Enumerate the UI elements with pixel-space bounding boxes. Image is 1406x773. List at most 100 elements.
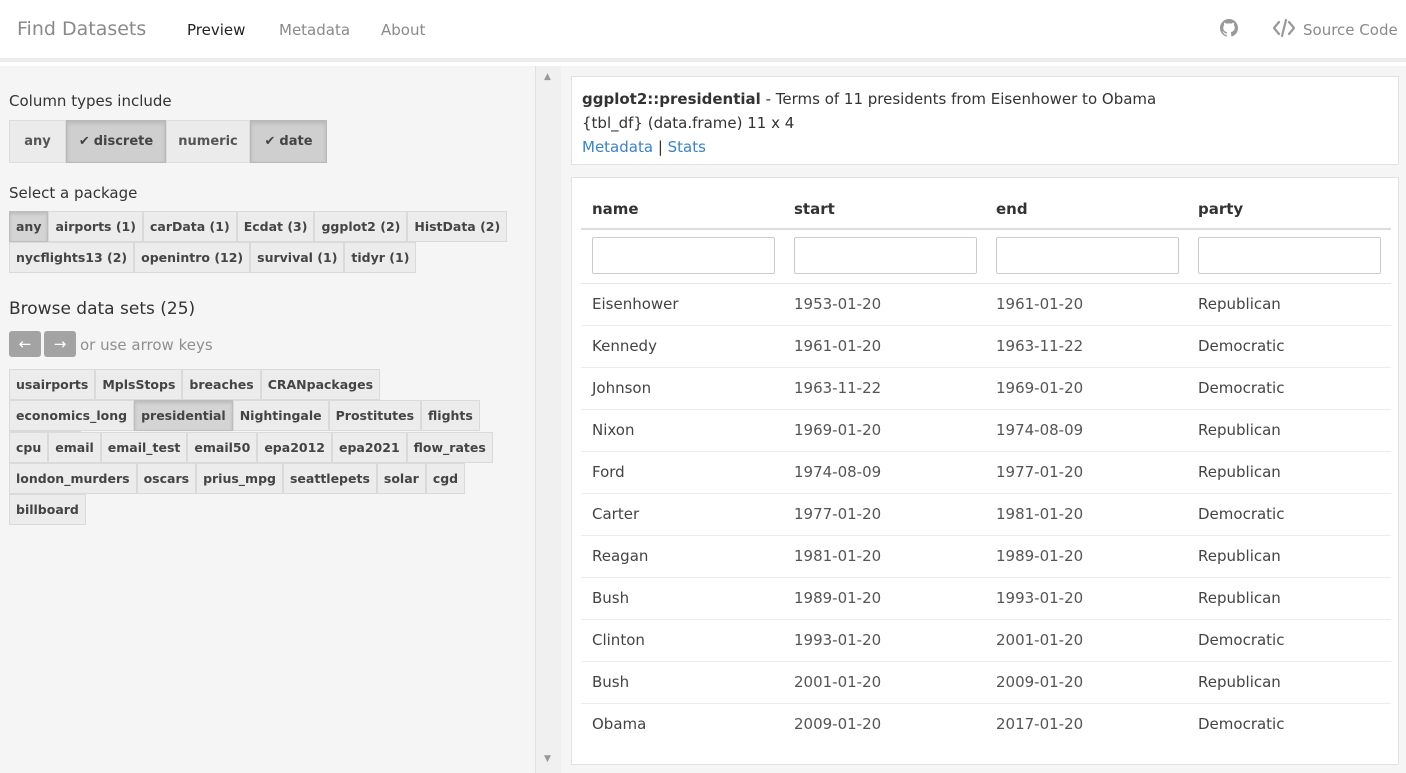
dataset-chips-row-3: cpu email email_test email50 epa2012 epa… (9, 432, 493, 463)
cell-start: 1969-01-20 (794, 421, 882, 439)
type-numeric-button[interactable]: numeric (166, 120, 250, 163)
dataset-chip[interactable]: cgd (425, 463, 466, 494)
table-row: Bush 2001-01-20 2009-01-20 Republican (581, 662, 1391, 704)
package-chip[interactable]: survival (1) (250, 242, 345, 273)
table-row: Nixon 1969-01-20 1974-08-09 Republican (581, 410, 1391, 452)
cell-start: 1963-11-22 (794, 379, 882, 397)
package-chip[interactable]: carData (1) (142, 211, 237, 242)
browse-label: Browse data sets (25) (9, 299, 196, 319)
dataset-chip[interactable]: economics_long (9, 400, 135, 431)
column-header[interactable]: end (996, 200, 1028, 218)
dataset-chips-row-4: london_murders oscars prius_mpg seattlep… (9, 463, 535, 525)
github-icon[interactable] (1220, 19, 1238, 41)
cell-name: Kennedy (592, 337, 657, 355)
prev-dataset-button[interactable]: ← (9, 331, 41, 357)
metadata-link[interactable]: Metadata (582, 138, 653, 156)
dataset-chip[interactable]: usairports (9, 369, 96, 400)
dataset-chip[interactable]: solar (376, 463, 426, 494)
cell-start: 1993-01-20 (794, 631, 882, 649)
scroll-down-icon[interactable]: ▼ (544, 754, 551, 764)
package-chips-row-1: any airports (1) carData (1) Ecdat (3) g… (9, 211, 508, 242)
dataset-chip[interactable]: email50 (187, 432, 258, 463)
cell-start: 2001-01-20 (794, 673, 882, 691)
package-chip[interactable]: openintro (12) (134, 242, 251, 273)
next-dataset-button[interactable]: → (44, 331, 76, 357)
cell-name: Eisenhower (592, 295, 679, 313)
cell-start: 2009-01-20 (794, 715, 882, 733)
main-panel: ggplot2::presidential - Terms of 11 pres… (561, 66, 1406, 773)
dataset-chip[interactable]: flights (421, 400, 480, 431)
package-chip[interactable]: nycflights13 (2) (9, 242, 135, 273)
cell-party: Republican (1198, 547, 1281, 565)
dataset-chip[interactable]: CRANpackages (260, 369, 381, 400)
cell-name: Clinton (592, 631, 645, 649)
tab-about[interactable]: About (381, 21, 425, 39)
dataset-chip[interactable]: billboard (9, 494, 86, 525)
package-chip[interactable]: HistData (2) (407, 211, 508, 242)
cell-party: Democratic (1198, 505, 1285, 523)
type-discrete-button[interactable]: ✔ discrete (66, 120, 166, 163)
dataset-chip-selected[interactable]: presidential (134, 400, 233, 431)
package-chip[interactable]: any (9, 211, 49, 242)
tab-metadata[interactable]: Metadata (279, 21, 350, 39)
package-chip[interactable]: tidyr (1) (344, 242, 417, 273)
table-row: Bush 1989-01-20 1993-01-20 Republican (581, 578, 1391, 620)
package-label: Select a package (9, 184, 138, 202)
column-header[interactable]: party (1198, 200, 1243, 218)
dataset-class-info: {tbl_df} (data.frame) 11 x 4 (582, 114, 795, 132)
package-chip[interactable]: airports (1) (48, 211, 143, 242)
package-chip[interactable]: ggplot2 (2) (314, 211, 408, 242)
dataset-chip[interactable]: epa2021 (331, 432, 407, 463)
cell-name: Nixon (592, 421, 635, 439)
cell-name: Carter (592, 505, 640, 523)
dataset-chip[interactable]: oscars (136, 463, 197, 494)
dataset-chip[interactable]: email (48, 432, 101, 463)
dataset-chip[interactable]: prius_mpg (196, 463, 283, 494)
tab-preview[interactable]: Preview (187, 21, 245, 39)
dataset-chip[interactable]: email_test (100, 432, 188, 463)
table-header: name start end party (581, 188, 1391, 230)
filter-input-party[interactable] (1198, 237, 1381, 274)
package-chip[interactable]: Ecdat (3) (236, 211, 315, 242)
cell-party: Democratic (1198, 337, 1285, 355)
navbar: Find Datasets Preview Metadata About Sou… (0, 0, 1406, 62)
cell-end: 1963-11-22 (996, 337, 1084, 355)
scroll-up-icon[interactable]: ▲ (544, 72, 551, 82)
cell-end: 2001-01-20 (996, 631, 1084, 649)
type-date-button[interactable]: ✔ date (250, 120, 327, 163)
dataset-chip[interactable]: flow_rates (406, 432, 493, 463)
dataset-chip[interactable]: london_murders (9, 463, 137, 494)
arrow-right-icon: → (53, 335, 67, 353)
column-type-toggle-group: any ✔ discrete numeric ✔ date (9, 120, 327, 163)
table-row: Eisenhower 1953-01-20 1961-01-20 Republi… (581, 284, 1391, 326)
dataset-name: ggplot2::presidential (582, 90, 761, 108)
cell-end: 1974-08-09 (996, 421, 1084, 439)
column-types-label: Column types include (9, 92, 172, 110)
dataset-description: - Terms of 11 presidents from Eisenhower… (760, 90, 1157, 108)
dataset-chip[interactable]: Nightingale (232, 400, 329, 431)
package-chips-row-2: nycflights13 (2) openintro (12) survival… (9, 242, 417, 273)
dataset-chip[interactable]: seattlepets (282, 463, 377, 494)
dataset-chip[interactable]: cpu (9, 432, 49, 463)
type-any-button[interactable]: any (9, 120, 66, 163)
cell-end: 1993-01-20 (996, 589, 1084, 607)
cell-end: 1961-01-20 (996, 295, 1084, 313)
app-brand[interactable]: Find Datasets (17, 18, 146, 40)
stats-link[interactable]: Stats (668, 138, 706, 156)
filter-input-start[interactable] (794, 237, 977, 274)
dataset-chip[interactable]: Prostitutes (328, 400, 422, 431)
source-code-link[interactable]: Source Code (1303, 21, 1398, 39)
column-header[interactable]: start (794, 200, 835, 218)
panel-scrollbar[interactable]: ▲ ▼ (535, 66, 561, 773)
filter-input-name[interactable] (592, 237, 775, 274)
arrow-left-icon: ← (18, 335, 32, 353)
column-header[interactable]: name (592, 200, 639, 218)
link-separator: | (657, 138, 663, 156)
code-icon[interactable] (1272, 18, 1296, 41)
cell-name: Bush (592, 673, 630, 691)
dataset-chip[interactable]: MplsStops (95, 369, 183, 400)
arrow-keys-hint: or use arrow keys (80, 336, 213, 354)
filter-input-end[interactable] (996, 237, 1179, 274)
dataset-chip[interactable]: breaches (182, 369, 261, 400)
dataset-chip[interactable]: epa2012 (257, 432, 332, 463)
